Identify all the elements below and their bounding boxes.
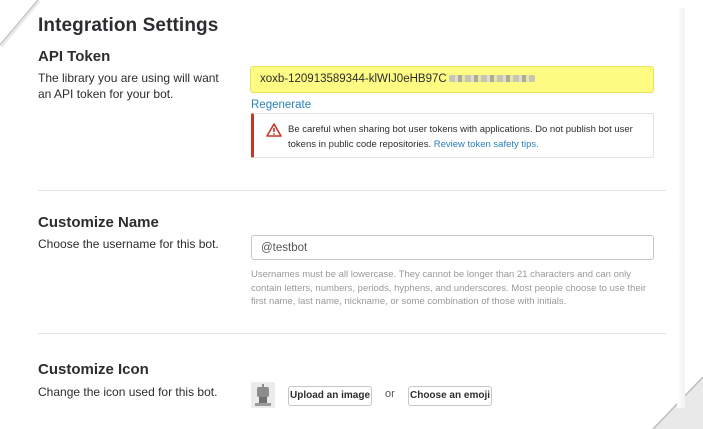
customize-icon-description: Change the icon used for this bot. (38, 385, 218, 399)
or-label: or (385, 388, 395, 400)
api-token-field[interactable]: xoxb-120913589344-klWIJ0eHB97C (250, 66, 654, 93)
bot-avatar-icon (251, 382, 275, 408)
page-title: Integration Settings (38, 15, 219, 36)
token-warning-box: Be careful when sharing bot user tokens … (251, 113, 654, 158)
token-safety-tips-link[interactable]: Review token safety tips. (434, 139, 539, 150)
username-input[interactable] (251, 235, 654, 260)
regenerate-link[interactable]: Regenerate (251, 99, 311, 111)
customize-name-description: Choose the username for this bot. (38, 237, 219, 251)
section-divider (38, 333, 666, 334)
api-token-title: API Token (38, 48, 111, 65)
integration-settings-page: Integration Settings API Token The libra… (0, 0, 703, 429)
api-token-description: The library you are using will want an A… (38, 71, 219, 101)
token-warning-text: Be careful when sharing bot user tokens … (288, 122, 648, 152)
api-token-value: xoxb-120913589344-klWIJ0eHB97C (260, 73, 447, 85)
customize-icon-title: Customize Icon (38, 361, 149, 378)
upload-image-button[interactable]: Upload an image (288, 386, 372, 406)
choose-emoji-button[interactable]: Choose an emoji (408, 386, 492, 406)
token-redaction-blur (448, 75, 535, 83)
customize-name-title: Customize Name (38, 214, 159, 231)
username-hint: Usernames must be all lowercase. They ca… (251, 269, 647, 307)
page-edge-shadow (677, 8, 685, 408)
page-tear-corner-bottom (652, 376, 703, 429)
warning-icon (266, 123, 282, 137)
section-divider (38, 190, 666, 191)
